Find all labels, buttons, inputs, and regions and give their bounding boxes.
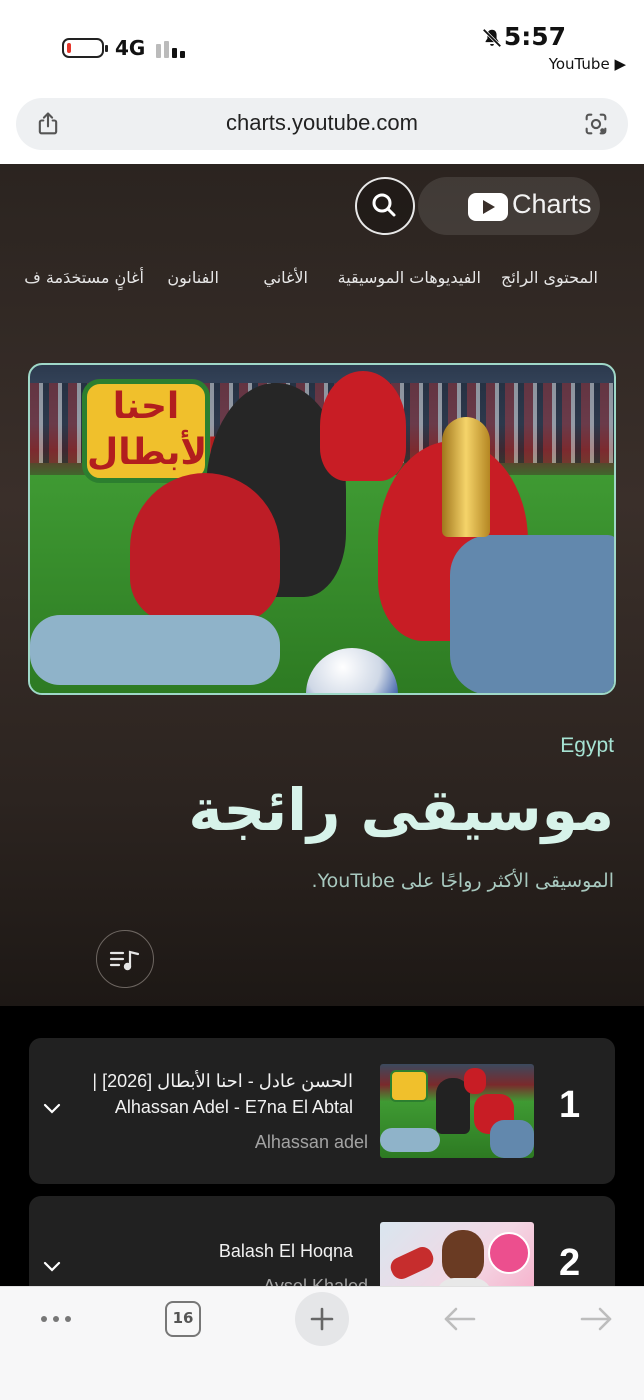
charts-page: Charts المحتوى الرائج الفيديوهات الموسيق…	[0, 164, 644, 1006]
artist-name[interactable]: Alhassan adel	[255, 1132, 368, 1153]
video-thumbnail[interactable]	[380, 1064, 534, 1158]
address-bar[interactable]: charts.youtube.com	[16, 98, 628, 150]
signal-icon	[156, 38, 188, 58]
country-label: Egypt	[560, 734, 614, 757]
battery-icon	[62, 38, 108, 58]
video-thumbnail[interactable]	[380, 1222, 534, 1286]
rank-number: 2	[559, 1242, 581, 1284]
clock: 5:57	[503, 22, 566, 51]
back-to-app-link[interactable]: YouTube ▶	[549, 55, 626, 73]
person-figure	[130, 473, 280, 623]
youtube-play-icon	[468, 193, 508, 221]
lens-icon[interactable]	[582, 110, 610, 138]
network-type: 4G	[115, 36, 146, 60]
track-title-line: Alhassan Adel - E7na El Abtal	[114, 1097, 353, 1117]
artist-name[interactable]: Aysel Khaled	[263, 1276, 368, 1286]
list-item[interactable]: Balash El Hoqna Aysel Khaled 2	[29, 1196, 615, 1286]
person-figure	[320, 371, 406, 481]
hero-banner: احنا الأبطال	[28, 363, 616, 695]
track-title-line: Balash El Hoqna	[218, 1241, 353, 1261]
tabs-button[interactable]: 16	[165, 1301, 201, 1337]
tab-music-videos[interactable]: الفيديوهات الموسيقية	[338, 268, 481, 287]
tab-artists[interactable]: الفنانون	[167, 268, 219, 287]
search-icon	[372, 193, 396, 217]
rank-number: 1	[559, 1084, 581, 1126]
person-figure	[30, 615, 280, 685]
url-text[interactable]: charts.youtube.com	[16, 110, 628, 136]
new-tab-button[interactable]	[295, 1292, 349, 1346]
banner-title-art: احنا الأبطال	[82, 379, 220, 483]
track-title[interactable]: الحسن عادل - احنا الأبطال [2026] | Alhas…	[53, 1068, 353, 1120]
muted-bell-icon	[482, 28, 502, 48]
search-button[interactable]	[355, 177, 415, 235]
logo-text: Charts	[512, 189, 592, 219]
youtube-charts-logo[interactable]: Charts	[418, 177, 600, 235]
plus-icon	[310, 1307, 334, 1331]
back-arrow-icon[interactable]	[438, 1297, 482, 1341]
forward-arrow-icon[interactable]	[574, 1297, 618, 1341]
tab-trending[interactable]: المحتوى الرائج	[501, 268, 598, 287]
chart-nav: المحتوى الرائج الفيديوهات الموسيقية الأغ…	[0, 268, 644, 298]
tab-shorts-songs[interactable]: أغانٍ مستخدَمة ف	[24, 268, 144, 287]
more-icon[interactable]	[34, 1297, 78, 1341]
person-figure	[450, 535, 614, 693]
track-title-line: الحسن عادل - احنا الأبطال [2026] |	[92, 1071, 353, 1091]
track-title[interactable]: Balash El Hoqna	[53, 1238, 353, 1264]
status-bar: 4G 5:57 YouTube ▶	[0, 0, 644, 90]
page-title: موسيقى رائجة	[188, 776, 614, 844]
play-playlist-button[interactable]	[96, 930, 154, 988]
browser-toolbar: 16	[0, 1286, 644, 1400]
trophy-image	[442, 417, 490, 537]
tab-songs[interactable]: الأغاني	[263, 268, 308, 287]
list-item[interactable]: الحسن عادل - احنا الأبطال [2026] | Alhas…	[29, 1038, 615, 1184]
playlist-music-icon	[109, 950, 140, 971]
chart-list: الحسن عادل - احنا الأبطال [2026] | Alhas…	[0, 1006, 644, 1286]
page-subtitle: الموسيقى الأكثر رواجًا على YouTube.	[311, 870, 614, 892]
